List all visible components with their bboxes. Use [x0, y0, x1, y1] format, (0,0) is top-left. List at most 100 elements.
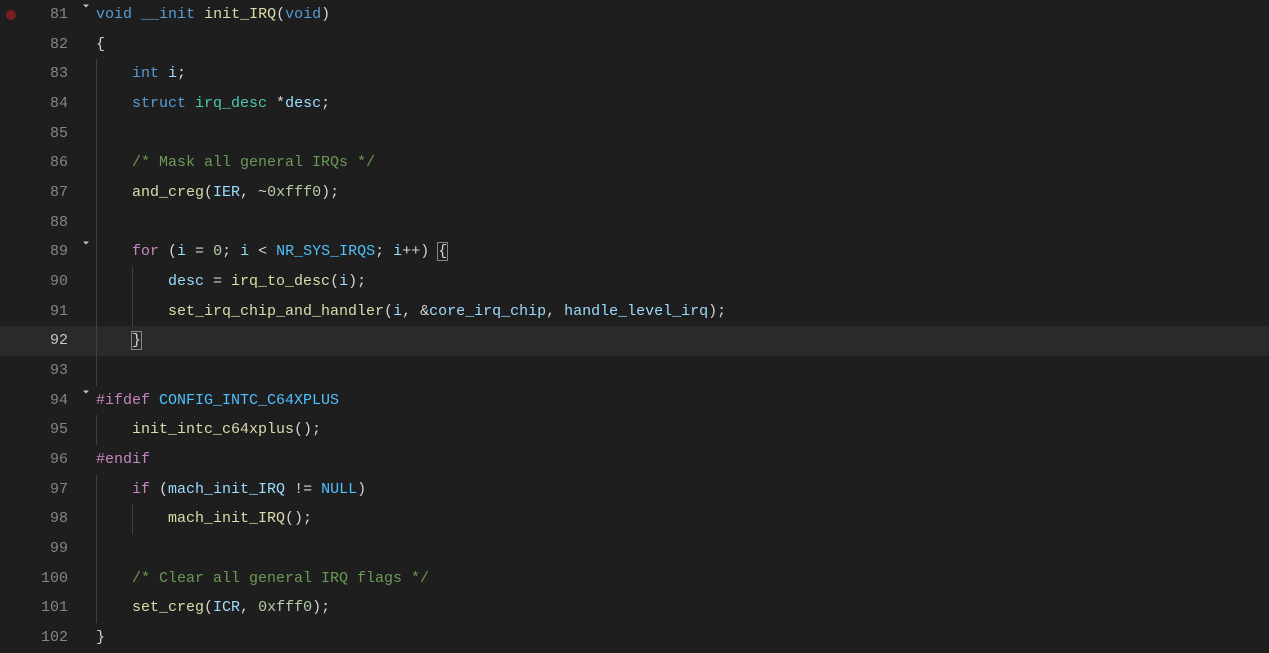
code-line[interactable]: 98 mach_init_IRQ();: [0, 504, 1269, 534]
code-line[interactable]: 82 {: [0, 30, 1269, 60]
code-content[interactable]: init_intc_c64xplus();: [132, 415, 321, 445]
code-line[interactable]: 90 desc = irq_to_desc(i);: [0, 267, 1269, 297]
code-editor[interactable]: 81void __init init_IRQ(void)82{83int i;8…: [0, 0, 1269, 653]
token: irq_to_desc: [231, 273, 330, 290]
indent-guides: [96, 148, 132, 178]
code-line[interactable]: 86 /* Mask all general IRQs */: [0, 148, 1269, 178]
token: );: [321, 184, 339, 201]
code-content[interactable]: for (i = 0; i < NR_SYS_IRQS; i++) {: [132, 237, 447, 267]
token: 0xfff0: [258, 599, 312, 616]
line-number[interactable]: 102: [0, 623, 76, 653]
token: ;: [177, 65, 186, 82]
token: (: [276, 6, 285, 23]
code-content[interactable]: int i;: [132, 59, 186, 89]
code-line[interactable]: 89 for (i = 0; i < NR_SYS_IRQS; i++) {: [0, 237, 1269, 267]
line-number[interactable]: 96: [0, 445, 76, 475]
indent-guides: [96, 237, 132, 267]
code-line[interactable]: 85: [0, 119, 1269, 149]
code-line[interactable]: 94 #ifdef CONFIG_INTC_C64XPLUS: [0, 386, 1269, 416]
code-content[interactable]: /* Clear all general IRQ flags */: [132, 564, 429, 594]
fold-toggle-icon[interactable]: [76, 386, 96, 398]
token: desc: [168, 273, 204, 290]
line-number[interactable]: 88: [0, 208, 76, 238]
indent-guides: [96, 119, 132, 149]
token: irq_desc: [195, 95, 267, 112]
line-number[interactable]: 89: [0, 237, 76, 267]
token: }: [96, 629, 105, 646]
code-line[interactable]: 96 #endif: [0, 445, 1269, 475]
breakpoint-indicator[interactable]: [6, 10, 16, 20]
fold-toggle-icon[interactable]: [76, 237, 96, 249]
line-number[interactable]: 97: [0, 475, 76, 505]
code-line[interactable]: 83 int i;: [0, 59, 1269, 89]
token: (: [204, 599, 213, 616]
code-line[interactable]: 100 /* Clear all general IRQ flags */: [0, 564, 1269, 594]
token: );: [348, 273, 366, 290]
code-line[interactable]: 84 struct irq_desc *desc;: [0, 89, 1269, 119]
code-content[interactable]: mach_init_IRQ();: [168, 504, 312, 534]
code-content[interactable]: if (mach_init_IRQ != NULL): [132, 475, 366, 505]
code-content[interactable]: /* Mask all general IRQs */: [132, 148, 375, 178]
token: (: [150, 481, 168, 498]
code-content[interactable]: set_irq_chip_and_handler(i, &core_irq_ch…: [168, 297, 726, 327]
code-line[interactable]: 81 void __init init_IRQ(void): [0, 0, 1269, 30]
code-content[interactable]: #endif: [96, 445, 150, 475]
line-number[interactable]: 100: [0, 564, 76, 594]
code-line[interactable]: 92}: [0, 326, 1269, 356]
code-line[interactable]: 97 if (mach_init_IRQ != NULL): [0, 475, 1269, 505]
token: (: [384, 303, 393, 320]
indent-guides: [96, 208, 132, 238]
code-content[interactable]: and_creg(IER, ~0xfff0);: [132, 178, 339, 208]
line-number[interactable]: 98: [0, 504, 76, 534]
line-number[interactable]: 90: [0, 267, 76, 297]
code-content[interactable]: desc = irq_to_desc(i);: [168, 267, 366, 297]
code-content[interactable]: }: [132, 326, 141, 356]
line-number[interactable]: 99: [0, 534, 76, 564]
code-content[interactable]: }: [96, 623, 105, 653]
line-number[interactable]: 101: [0, 593, 76, 623]
code-content[interactable]: void __init init_IRQ(void): [96, 0, 330, 30]
line-number[interactable]: 82: [0, 30, 76, 60]
token: mach_init_IRQ: [168, 510, 285, 527]
code-line[interactable]: 87 and_creg(IER, ~0xfff0);: [0, 178, 1269, 208]
token: <: [249, 243, 276, 260]
token: #ifdef: [96, 392, 150, 409]
token: ICR: [213, 599, 240, 616]
token: int: [132, 65, 159, 82]
line-number[interactable]: 81: [0, 0, 76, 30]
code-content[interactable]: struct irq_desc *desc;: [132, 89, 330, 119]
token: (: [159, 243, 177, 260]
line-number[interactable]: 87: [0, 178, 76, 208]
line-number[interactable]: 93: [0, 356, 76, 386]
token: [159, 65, 168, 82]
code-line[interactable]: 88: [0, 208, 1269, 238]
fold-toggle-icon[interactable]: [76, 0, 96, 12]
code-line[interactable]: 91 set_irq_chip_and_handler(i, &core_irq_…: [0, 297, 1269, 327]
line-number[interactable]: 91: [0, 297, 76, 327]
indent-guides: [96, 356, 132, 386]
code-line[interactable]: 102}: [0, 623, 1269, 653]
code-line[interactable]: 101 set_creg(ICR, 0xfff0);: [0, 593, 1269, 623]
token: ;: [375, 243, 393, 260]
code-line[interactable]: 93: [0, 356, 1269, 386]
token: init_intc_c64xplus: [132, 421, 294, 438]
code-line[interactable]: 95 init_intc_c64xplus();: [0, 415, 1269, 445]
line-number[interactable]: 95: [0, 415, 76, 445]
token: }: [132, 332, 141, 349]
code-line[interactable]: 99: [0, 534, 1269, 564]
token: core_irq_chip: [429, 303, 546, 320]
token: ): [357, 481, 366, 498]
line-number[interactable]: 94: [0, 386, 76, 416]
indent-guides: [96, 267, 168, 297]
code-content[interactable]: #ifdef CONFIG_INTC_C64XPLUS: [96, 386, 339, 416]
line-number[interactable]: 83: [0, 59, 76, 89]
token: __init: [141, 6, 195, 23]
line-number[interactable]: 92: [0, 326, 76, 356]
indent-guides: [96, 89, 132, 119]
line-number[interactable]: 86: [0, 148, 76, 178]
line-number[interactable]: 84: [0, 89, 76, 119]
line-number[interactable]: 85: [0, 119, 76, 149]
token: /* Mask all general IRQs */: [132, 154, 375, 171]
code-content[interactable]: {: [96, 30, 105, 60]
code-content[interactable]: set_creg(ICR, 0xfff0);: [132, 593, 330, 623]
